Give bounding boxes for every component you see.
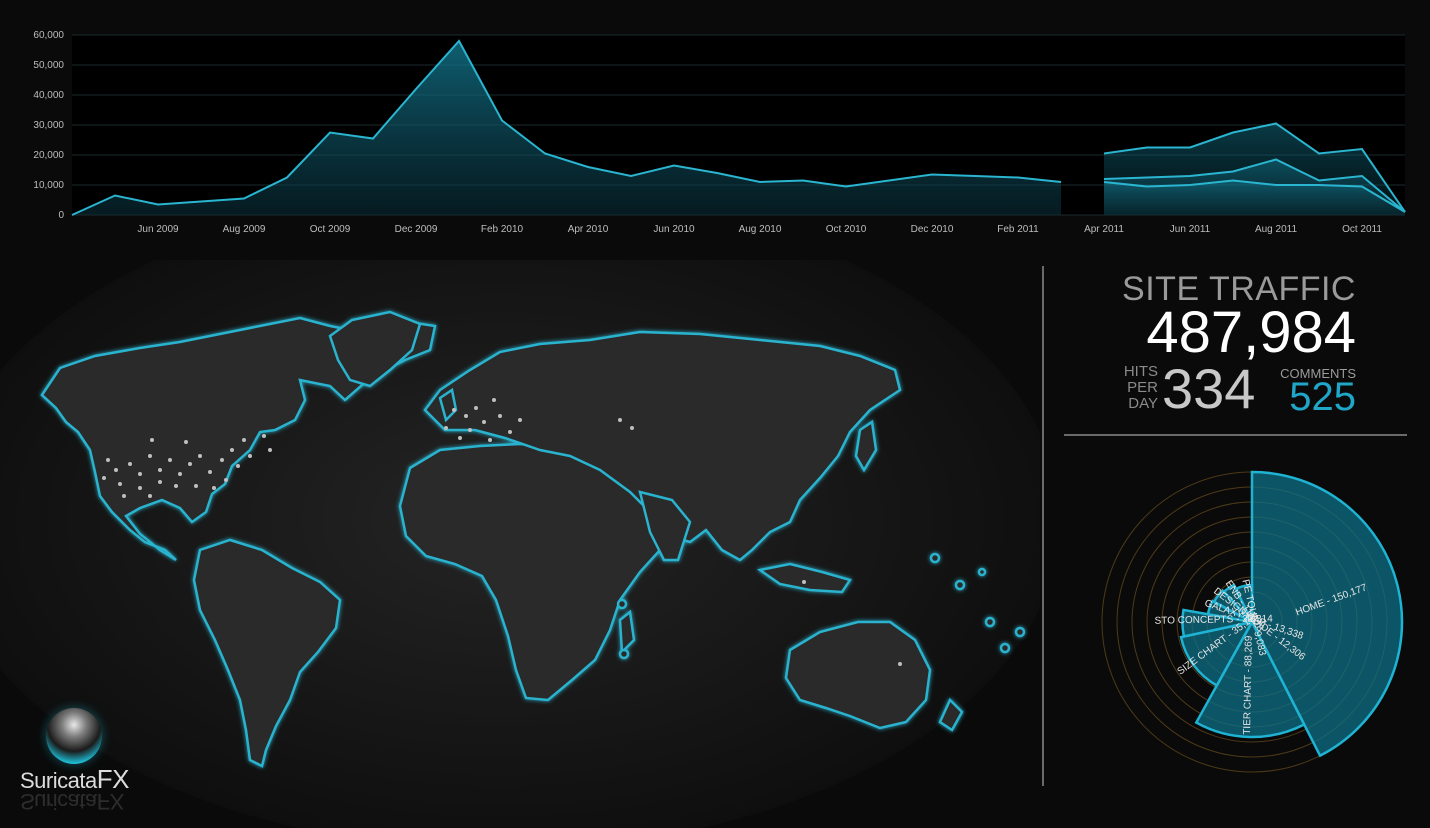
y-tick-label: 0 [58,210,64,221]
logo-reflection: SuricataFX [20,788,124,814]
logo-reflection-suffix: FX [96,789,124,814]
traffic-timeline-chart: 60,000 50,000 40,000 30,000 20,000 10,000 0 Ju… [33,30,1406,235]
x-tick-label: Jun 2010 [653,224,695,235]
hits-label-line-1: HITS [1123,363,1158,380]
comments-value: 525 [1289,375,1356,419]
x-tick-label: Oct 2011 [1342,224,1382,235]
vertical-divider [1042,266,1044,786]
x-tick-label: Dec 2010 [911,224,954,235]
logo-reflection-prefix: Suricata [20,789,97,814]
site-traffic-panel: SITE TRAFFIC 487,984 [1064,270,1356,362]
site-traffic-total: 487,984 [1146,300,1356,365]
hits-per-day-value: 334 [1162,357,1256,420]
x-tick-label: Oct 2010 [826,224,867,235]
y-tick-label: 40,000 [33,90,64,101]
x-tick-label: Feb 2011 [997,224,1039,235]
x-tick-label: Apr 2010 [568,224,609,235]
y-tick-label: 50,000 [33,60,64,71]
hits-label-line-2: PER [1127,379,1158,396]
horizontal-divider [1064,434,1407,436]
y-tick-label: 10,000 [33,180,64,191]
page-views-polar-chart: HOME - 150,177TIER CHART - 88,269SIZE CH… [1101,470,1404,773]
x-tick-label: Feb 2010 [481,224,524,235]
x-tick-label: Aug 2011 [1255,224,1298,235]
x-tick-label: Apr 2011 [1084,224,1124,235]
orb-logo-icon [46,708,102,764]
x-tick-label: Jun 2011 [1170,224,1211,235]
traffic-stats-row: HITS PER DAY 334 COMMENTS 525 [1118,357,1358,422]
hits-label-line-3: DAY [1128,395,1158,412]
x-tick-label: Aug 2009 [223,224,266,235]
x-tick-label: Aug 2010 [739,224,782,235]
y-tick-label: 20,000 [33,150,64,161]
y-tick-label: 30,000 [33,120,64,131]
polar-slice-label: TIER CHART - 88,269 [1242,635,1255,735]
world-map [0,260,1040,828]
x-tick-label: Jun 2009 [137,224,179,235]
hits-per-day-label: HITS PER DAY [1118,364,1158,412]
y-tick-label: 60,000 [33,30,64,41]
x-tick-label: Dec 2009 [395,224,438,235]
suricatafx-logo: SuricataFX SuricataFX [18,706,148,824]
x-tick-label: Oct 2009 [310,224,351,235]
